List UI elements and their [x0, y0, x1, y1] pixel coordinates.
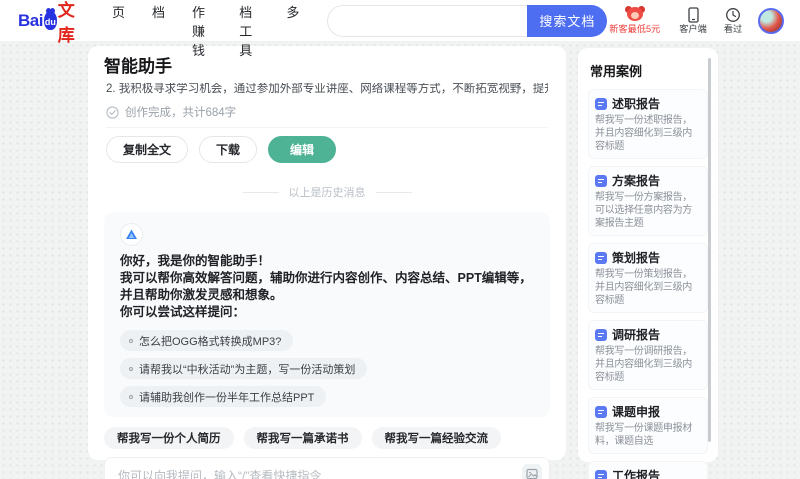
chat-input[interactable]	[105, 458, 549, 479]
promo-mascot-icon	[624, 6, 646, 23]
case-item-project-application[interactable]: 课题申报 帮我写一份课题申报材料，课题自选	[588, 397, 708, 454]
case-item-research-report[interactable]: 调研报告 帮我写一份调研报告，并且内容细化到三级内容标题	[588, 320, 708, 390]
image-upload-button[interactable]	[522, 464, 542, 479]
clock-icon	[726, 7, 740, 22]
client-entry[interactable]: 客户端	[678, 6, 708, 35]
case-item-debriefing-report[interactable]: 述职报告 帮我写一份述职报告，并且内容细化到三级内容标题	[588, 89, 708, 159]
edit-button[interactable]: 编辑	[268, 136, 337, 163]
quick-prompt-row: 帮我写一份个人简历 帮我写一篇承诺书 帮我写一篇经验交流	[104, 427, 550, 449]
user-avatar[interactable]	[758, 7, 784, 34]
case-item-planning-report[interactable]: 策划报告 帮我写一份策划报告，并且内容细化到三级内容标题	[588, 243, 708, 313]
document-icon	[595, 97, 607, 110]
creation-status-row: 创作完成，共计684字	[106, 104, 548, 120]
navbar-right-cluster: 新客最低5元 客户端 看过	[607, 6, 784, 35]
quick-prompt-experience[interactable]: 帮我写一篇经验交流	[371, 427, 501, 449]
nav-item-docs[interactable]: 文档	[152, 0, 165, 59]
document-icon	[595, 328, 607, 341]
suggestion-pill[interactable]: 请辅助我创作一份半年工作总结PPT	[120, 386, 327, 407]
nav-item-more[interactable]: 更多	[286, 0, 299, 59]
bullet-icon	[129, 394, 133, 399]
baidu-wenku-assistant-page: Bai du 文库 首页 文档 写作赚钱 文档工具 更多 搜索文档 新客最低5元	[0, 0, 800, 479]
quick-prompt-resume[interactable]: 帮我写一份个人简历	[104, 427, 234, 449]
page-title: 智能助手	[104, 57, 172, 76]
history-divider-label: 以上是历史消息	[288, 187, 366, 199]
assistant-avatar-icon	[120, 223, 143, 246]
creation-status-text: 创作完成，共计684字	[125, 107, 237, 119]
search-bar: 搜索文档	[327, 4, 608, 37]
check-circle-icon	[106, 105, 119, 119]
seen-label: 看过	[723, 23, 743, 35]
bullet-icon	[129, 338, 133, 343]
baidu-wenku-logo[interactable]: Bai du 文库	[18, 0, 82, 46]
history-divider: 以上是历史消息	[96, 184, 558, 200]
quick-prompt-commitment[interactable]: 帮我写一篇承诺书	[243, 427, 362, 449]
nav-item-write-earn[interactable]: 写作赚钱	[192, 0, 212, 59]
chat-panel: 智能助手 2. 我积极寻求学习机会，通过参加外部专业讲座、网络课程等方式，不断拓…	[88, 46, 566, 479]
welcome-intro: 我可以帮你高效解答问题，辅助你进行内容创作、内容总结、PPT编辑等，并且帮助你激…	[120, 271, 532, 302]
suggestion-pill[interactable]: 怎么把OGG格式转换成MP3?	[120, 330, 294, 351]
sidebar-title: 常用案例	[590, 64, 643, 79]
document-icon	[595, 469, 607, 479]
suggestion-list: 怎么把OGG格式转换成MP3? 请帮我以“中秋活动”为主题，写一份活动策划 请辅…	[120, 330, 534, 407]
bullet-icon	[129, 366, 133, 371]
chat-input-box: 0/400	[104, 457, 550, 479]
case-list: 述职报告 帮我写一份述职报告，并且内容细化到三级内容标题 方案报告 帮我写一份方…	[588, 89, 708, 479]
nav-menu: 首页 文档 写作赚钱 文档工具 更多	[112, 0, 299, 59]
suggestion-pill[interactable]: 请帮我以“中秋活动”为主题，写一份活动策划	[120, 358, 368, 379]
divider	[106, 127, 548, 128]
client-label: 客户端	[679, 23, 707, 35]
search-input[interactable]	[327, 4, 528, 37]
common-cases-sidebar: 常用案例 述职报告 帮我写一份述职报告，并且内容细化到三级内容标题 方案报告 帮…	[578, 48, 718, 479]
top-navbar: Bai du 文库 首页 文档 写作赚钱 文档工具 更多 搜索文档 新客最低5元	[0, 0, 800, 58]
sidebar-scrollbar[interactable]	[708, 58, 711, 442]
clipped-history-message: 2. 我积极寻求学习机会，通过参加外部专业讲座、网络课程等方式，不断拓宽视野，提…	[106, 83, 548, 95]
welcome-card: 你好，我是你的智能助手！ 我可以帮你高效解答问题，辅助你进行内容创作、内容总结、…	[104, 212, 550, 417]
nav-item-doc-tools[interactable]: 文档工具	[239, 0, 259, 59]
message-actions: 复制全文 下载 编辑	[106, 136, 548, 163]
document-icon	[595, 251, 607, 264]
search-docs-button[interactable]: 搜索文档	[527, 4, 608, 37]
logo-bai-text: Bai	[18, 10, 43, 30]
case-item-work-report[interactable]: 工作报告 帮我写一份工作报告，工作类型随机	[588, 461, 708, 479]
document-icon	[595, 174, 607, 187]
promo-label: 新客最低5元	[609, 24, 661, 35]
baidu-paw-icon: du	[43, 8, 57, 30]
logo-wenku-text: 文库	[57, 0, 76, 45]
copy-all-button[interactable]: 复制全文	[106, 136, 189, 163]
image-icon	[526, 468, 538, 479]
case-item-plan-report[interactable]: 方案报告 帮我写一份方案报告，可以选择任意内容为方案报告主题	[588, 166, 708, 236]
download-button[interactable]: 下载	[199, 136, 258, 163]
document-icon	[595, 405, 607, 418]
seen-entry[interactable]: 看过	[723, 7, 743, 35]
phone-icon	[687, 6, 699, 23]
welcome-greeting: 你好，我是你的智能助手！	[120, 254, 271, 268]
nav-item-home[interactable]: 首页	[112, 0, 125, 59]
welcome-try-label: 你可以尝试这样提问：	[120, 305, 246, 319]
promo-entry[interactable]: 新客最低5元	[607, 6, 663, 35]
